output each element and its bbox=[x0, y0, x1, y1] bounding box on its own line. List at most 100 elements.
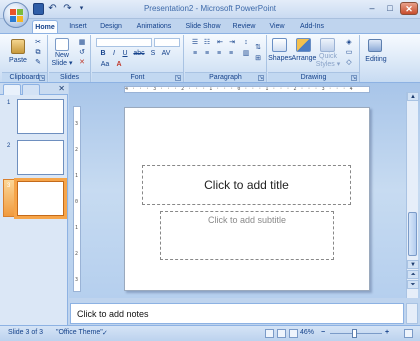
align-right-icon[interactable]: ≡ bbox=[214, 49, 224, 58]
outline-tab[interactable] bbox=[22, 84, 40, 95]
increase-indent-icon[interactable]: ⇥ bbox=[227, 38, 237, 47]
zoom-out-button[interactable]: − bbox=[321, 329, 325, 336]
close-pane-icon[interactable]: ✕ bbox=[58, 84, 65, 93]
clipboard-launcher-icon[interactable]: ↘ bbox=[39, 75, 45, 81]
spellcheck-icon[interactable]: ✓ bbox=[102, 329, 108, 337]
tab-home[interactable]: Home bbox=[32, 20, 58, 34]
reset-icon[interactable]: ↺ bbox=[77, 48, 87, 57]
tab-review[interactable]: Review bbox=[230, 20, 258, 34]
tab-slide-show[interactable]: Slide Show bbox=[182, 20, 224, 34]
bullets-icon[interactable]: ☰ bbox=[190, 38, 200, 47]
change-case-button[interactable]: Aa bbox=[98, 60, 112, 69]
font-color-button[interactable]: A bbox=[114, 60, 124, 69]
decrease-indent-icon[interactable]: ⇤ bbox=[215, 38, 225, 47]
paragraph-group-label: Paragraph bbox=[185, 72, 266, 82]
quick-styles-icon[interactable] bbox=[320, 38, 335, 52]
slide-thumbnail-3[interactable] bbox=[17, 181, 64, 216]
minimize-button[interactable]: – bbox=[364, 2, 380, 15]
arrange-label[interactable]: Arrange bbox=[291, 55, 317, 62]
new-slide-label[interactable]: New bbox=[49, 52, 75, 59]
drawing-launcher-icon[interactable]: ↘ bbox=[351, 75, 357, 81]
slides-group-label: Slides bbox=[49, 72, 90, 82]
columns-icon[interactable]: ▥ bbox=[241, 49, 251, 58]
slide-show-icon[interactable] bbox=[289, 329, 298, 338]
ruler-tick: 3 bbox=[75, 277, 79, 283]
normal-view-icon[interactable] bbox=[265, 329, 274, 338]
align-left-icon[interactable]: ≡ bbox=[190, 49, 200, 58]
format-painter-icon[interactable]: ✎ bbox=[33, 58, 43, 67]
zoom-level[interactable]: 46% bbox=[300, 329, 314, 336]
ruler-tick: 0 bbox=[75, 199, 79, 205]
editing-label[interactable]: Editing bbox=[359, 56, 393, 63]
shapes-icon[interactable] bbox=[272, 38, 287, 52]
quick-styles-label[interactable]: Quick bbox=[315, 53, 341, 60]
fit-to-window-icon[interactable] bbox=[404, 329, 413, 338]
slide-sorter-icon[interactable] bbox=[277, 329, 286, 338]
numbering-icon[interactable]: ☷ bbox=[202, 38, 212, 47]
tab-add-ins[interactable]: Add-Ins bbox=[296, 20, 328, 34]
notes-scrollbar[interactable] bbox=[406, 303, 418, 324]
italic-button[interactable]: I bbox=[109, 49, 119, 58]
tab-insert[interactable]: Insert bbox=[65, 20, 91, 34]
slide-thumbnail-2[interactable] bbox=[17, 140, 64, 175]
pane-tabs: ✕ bbox=[0, 83, 68, 95]
scroll-down-icon[interactable]: ▼ bbox=[407, 260, 419, 269]
new-slide-label-2[interactable]: Slide ▾ bbox=[49, 59, 75, 67]
shape-fill-icon[interactable]: ◈ bbox=[344, 38, 354, 47]
quick-styles-label-2[interactable]: Styles ▾ bbox=[315, 60, 341, 68]
slide-thumbnail-1[interactable] bbox=[17, 99, 64, 134]
justify-icon[interactable]: ≡ bbox=[226, 49, 236, 58]
paragraph-launcher-icon[interactable]: ↘ bbox=[258, 75, 264, 81]
layout-icon[interactable]: ▦ bbox=[77, 38, 87, 47]
line-spacing-icon[interactable]: ↕ bbox=[241, 38, 251, 47]
delete-slide-icon[interactable]: ✕ bbox=[77, 58, 87, 67]
shapes-label[interactable]: Shapes bbox=[268, 55, 292, 62]
paste-icon[interactable] bbox=[11, 39, 25, 54]
align-center-icon[interactable]: ≡ bbox=[202, 49, 212, 58]
slides-tab[interactable] bbox=[3, 84, 21, 95]
arrange-icon[interactable] bbox=[296, 38, 311, 52]
text-direction-icon[interactable]: ⇅ bbox=[253, 43, 263, 52]
tab-animations[interactable]: Animations bbox=[133, 20, 175, 34]
binoculars-icon[interactable] bbox=[368, 39, 382, 52]
maximize-button[interactable]: □ bbox=[382, 2, 398, 15]
shadow-button[interactable]: S bbox=[148, 49, 158, 58]
horizontal-ruler: 4 · · · 3 · · · 2 · · · 1 · · · 0 · · · … bbox=[124, 86, 370, 93]
ruler-tick: 1 bbox=[75, 225, 79, 231]
font-launcher-icon[interactable]: ↘ bbox=[175, 75, 181, 81]
ruler-tick: 2 bbox=[75, 147, 79, 153]
office-logo-icon bbox=[10, 9, 23, 22]
scrollbar-thumb[interactable] bbox=[408, 212, 417, 256]
notes-placeholder: Click to add notes bbox=[77, 309, 149, 319]
title-placeholder[interactable]: Click to add title bbox=[142, 165, 351, 205]
char-spacing-button[interactable]: AV bbox=[159, 49, 173, 58]
tab-design[interactable]: Design bbox=[96, 20, 126, 34]
paste-button-label[interactable]: Paste bbox=[6, 57, 30, 64]
subtitle-placeholder[interactable]: Click to add subtitle bbox=[160, 211, 334, 260]
strikethrough-button[interactable]: abc bbox=[132, 49, 146, 58]
slide-number: 3 bbox=[7, 183, 11, 189]
zoom-slider-thumb[interactable] bbox=[352, 329, 357, 338]
shape-outline-icon[interactable]: ▭ bbox=[344, 48, 354, 57]
font-size-dropdown[interactable] bbox=[154, 38, 180, 47]
office-button[interactable] bbox=[3, 2, 29, 28]
tab-view[interactable]: View bbox=[265, 20, 289, 34]
theme-status: "Office Theme" bbox=[56, 329, 103, 336]
vertical-scrollbar[interactable]: ▲ ▼ ⏶ ⏷ bbox=[406, 92, 419, 298]
bold-button[interactable]: B bbox=[98, 49, 108, 58]
zoom-in-button[interactable]: + bbox=[385, 329, 389, 336]
new-slide-icon[interactable] bbox=[55, 38, 69, 51]
ruler-tick: 1 bbox=[75, 173, 79, 179]
cut-icon[interactable]: ✂ bbox=[33, 38, 43, 47]
shape-effects-icon[interactable]: ◇ bbox=[344, 58, 354, 67]
underline-button[interactable]: U bbox=[120, 49, 130, 58]
font-group: B I U abc S AV Aa A Font ↘ bbox=[92, 35, 184, 82]
scroll-up-icon[interactable]: ▲ bbox=[407, 92, 419, 101]
next-slide-icon[interactable]: ⏷ bbox=[407, 280, 419, 289]
copy-icon[interactable]: ⧉ bbox=[33, 48, 43, 57]
align-text-icon[interactable]: ⊞ bbox=[253, 54, 263, 63]
notes-pane[interactable]: Click to add notes bbox=[70, 303, 404, 324]
font-name-dropdown[interactable] bbox=[96, 38, 152, 47]
close-button[interactable]: ✕ bbox=[400, 2, 418, 15]
previous-slide-icon[interactable]: ⏶ bbox=[407, 270, 419, 279]
